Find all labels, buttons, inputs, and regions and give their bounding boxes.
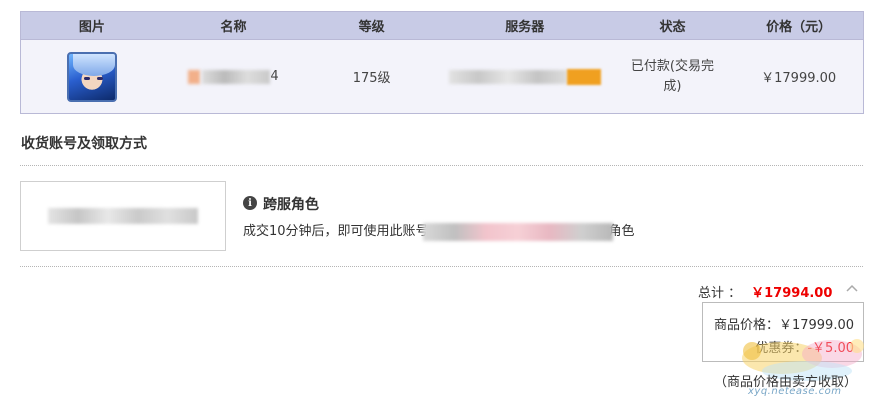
table-row: 4 175级 已付款(交易完成) ￥17999.00 [21, 40, 863, 113]
character-avatar[interactable] [66, 51, 117, 102]
cell-name: 4 [163, 40, 305, 113]
chevron-up-icon[interactable] [846, 283, 860, 295]
info-circle-icon: i [243, 196, 257, 210]
redacted-name-rest [202, 69, 271, 84]
redacted-desc [422, 222, 613, 241]
total-label: 总计 ： [698, 286, 742, 301]
divider [20, 165, 863, 166]
name-suffix: 4 [270, 69, 279, 84]
section-title: 收货账号及领取方式 [21, 136, 147, 152]
header-name: 名称 [220, 20, 247, 35]
redacted-name [188, 69, 201, 84]
coupon-line: 优惠券：-￥5.00 [755, 337, 854, 356]
header-status: 状态 [659, 20, 686, 35]
watermark-url: xyq.netease.com [748, 386, 842, 397]
cross-server-desc: 成交10分钟后，即可使用此账号 角色 [243, 220, 635, 241]
price-breakdown: 商品价格：￥17999.00 优惠券：-￥5.00 [702, 302, 864, 362]
total-amount: ￥17994.00 [751, 286, 833, 301]
desc-prefix: 成交10分钟后，即可使用此账号 [243, 224, 429, 239]
coupon-label: 优惠券： [755, 341, 808, 356]
goods-price-value: ￥17999.00 [778, 318, 854, 333]
order-status: 已付款(交易完成) [630, 58, 714, 94]
divider [20, 266, 863, 267]
cell-status: 已付款(交易完成) [611, 40, 735, 113]
header-level: 等级 [358, 20, 385, 35]
order-table: 图片 名称 等级 服务器 状态 价格（元） 4 175级 已付款(交易完成) ￥… [20, 11, 864, 114]
header-image: 图片 [78, 20, 105, 35]
total-row: 总计 ： ￥17994.00 [698, 282, 832, 301]
redacted-server [448, 69, 567, 84]
cell-price: ￥17999.00 [761, 71, 837, 86]
goods-price-line: 商品价格：￥17999.00 [714, 314, 854, 333]
cross-server-title: 跨服角色 [263, 197, 319, 213]
cell-image [21, 40, 163, 113]
goods-price-label: 商品价格： [713, 318, 779, 333]
server-badge [566, 68, 601, 85]
account-box [20, 181, 226, 251]
cell-level: 175级 [352, 71, 391, 86]
table-header: 图片 名称 等级 服务器 状态 价格（元） [21, 12, 863, 40]
coupon-value: -￥5.00 [807, 341, 854, 356]
header-price: 价格（元） [766, 20, 832, 35]
header-server: 服务器 [505, 20, 545, 35]
cell-server [439, 40, 611, 113]
redacted-account [48, 208, 198, 224]
